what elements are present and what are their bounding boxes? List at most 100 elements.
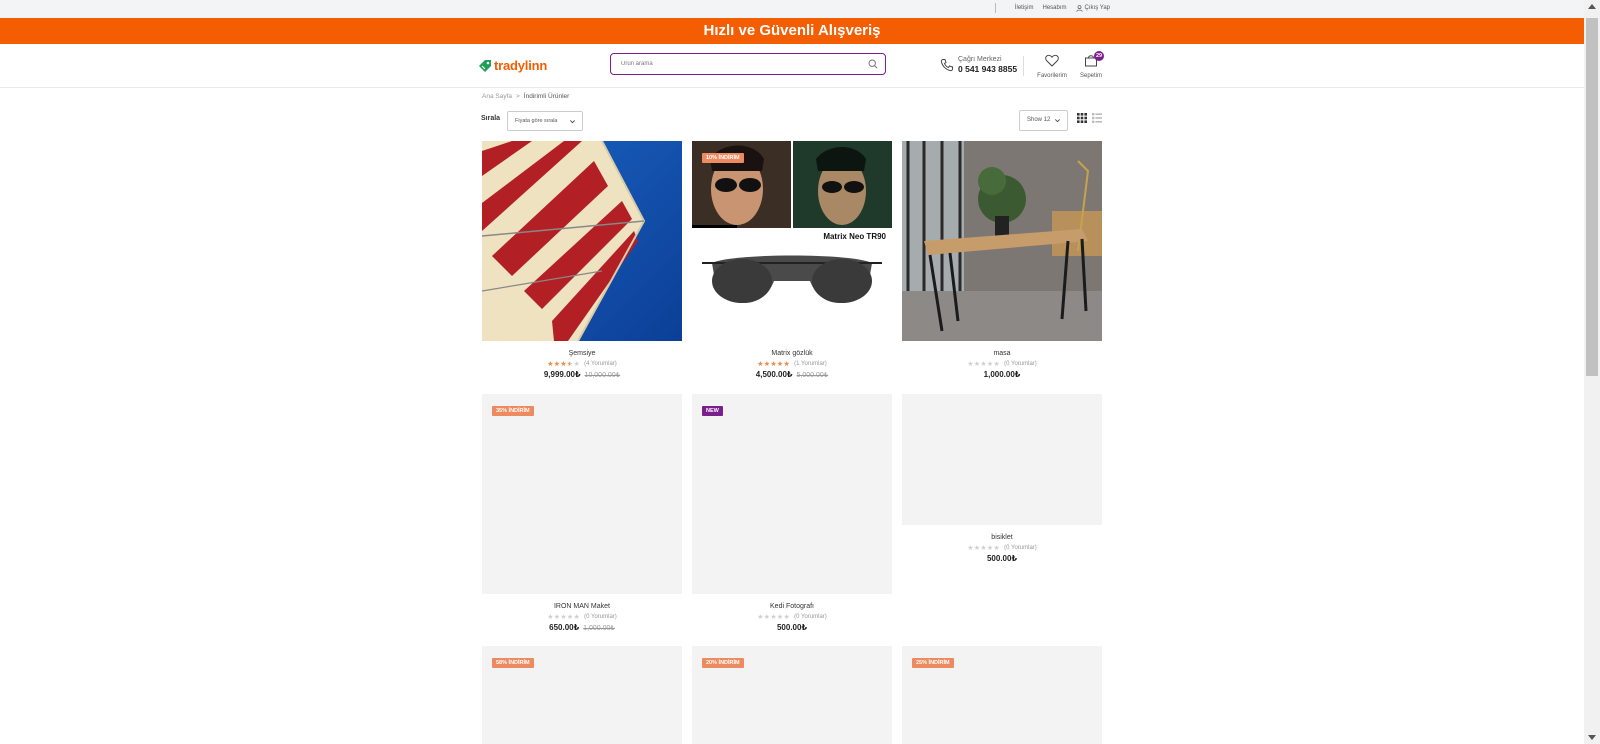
product-image-placeholder[interactable]: [902, 394, 1102, 525]
cart-label: Sepetim: [1079, 73, 1102, 79]
site-logo[interactable]: tradylinn: [478, 58, 547, 73]
product-name[interactable]: bisiklet: [902, 533, 1102, 543]
current-price: 500.00₺: [776, 623, 808, 632]
product-image-sunglasses[interactable]: Matrix Neo TR90 10% İNDİRİM: [692, 141, 892, 341]
show-count-value: Show 12: [1027, 117, 1051, 123]
product-info: Matrix gözlük ★★★★★ ★★★★★ (1 Yorumlar) 4,…: [692, 349, 892, 379]
product-rating: ★★★★★★★★★★ (4 Yorumlar): [482, 360, 682, 368]
product-name[interactable]: Şemsiye: [482, 349, 682, 359]
product-name[interactable]: IRON MAN Maket: [482, 602, 682, 612]
product-info: bisiklet ★★★★★★★★★★ (0 Yorumlar) 500.00₺: [902, 533, 1102, 563]
scrollbar-thumb[interactable]: [1586, 18, 1598, 376]
grid-view-icon[interactable]: [1077, 113, 1087, 123]
product-image-placeholder[interactable]: 58% İNDİRİM: [482, 646, 682, 744]
top-links: İletişim Hesabım Çıkış Yap: [994, 3, 1110, 13]
star-rating-fill: ★★★★★: [547, 361, 570, 368]
product-rating: ★★★★★★★★★★ (0 Yorumlar): [482, 613, 682, 621]
product-rating: ★★★★★ ★★★★★ (1 Yorumlar): [692, 360, 892, 368]
sort-label: Sırala: [481, 115, 501, 122]
star-rating: ★★★★★★★★★★: [967, 545, 1001, 552]
star-rating: ★★★★★★★★★★: [547, 614, 581, 621]
phone-icon: [940, 59, 953, 72]
product-name[interactable]: Kedi Fotografı: [692, 602, 892, 612]
current-price: 4,500.00₺: [755, 370, 793, 379]
sort-select[interactable]: Fiyata göre sırala: [507, 111, 583, 131]
product-info: Şemsiye ★★★★★★★★★★ (4 Yorumlar) 9,999.00…: [482, 349, 682, 379]
favorites-label: Favorilerim: [1037, 73, 1067, 79]
logo-text: tradylinn: [494, 58, 548, 73]
product-image-placeholder[interactable]: 25% İNDİRİM: [902, 646, 1102, 744]
product-image-placeholder[interactable]: 20% İNDİRİM: [692, 646, 892, 744]
current-price: 500.00₺: [986, 554, 1018, 563]
product-info: Kedi Fotografı ★★★★★★★★★★ (0 Yorumlar) 5…: [692, 602, 892, 632]
discount-badge: 20% İNDİRİM: [702, 658, 744, 668]
search-input[interactable]: [621, 58, 861, 70]
old-price: 5,000.00₺: [796, 372, 829, 379]
cart-count-badge: 29: [1094, 51, 1104, 61]
logo-tag-icon: [479, 59, 491, 72]
logout-label: Çıkış Yap: [1084, 5, 1110, 11]
table-image: [902, 141, 1102, 341]
discount-badge: 10% İNDİRİM: [702, 153, 744, 163]
product-image-placeholder[interactable]: NEW: [692, 394, 892, 594]
breadcrumb-home[interactable]: Ana Sayfa: [482, 93, 512, 100]
image-caption: Matrix Neo TR90: [823, 232, 886, 241]
call-center[interactable]: Çağrı Merkezi 0 541 943 8855: [940, 56, 1017, 74]
product-info: IRON MAN Maket ★★★★★★★★★★ (0 Yorumlar) 6…: [482, 602, 682, 632]
top-utility-bar: İletişim Hesabım Çıkış Yap: [0, 0, 1584, 19]
page-scrollbar[interactable]: [1584, 0, 1600, 744]
contact-link[interactable]: İletişim: [1015, 5, 1034, 11]
sort-select-value: Fiyata göre sırala: [515, 118, 558, 124]
heart-icon: [1045, 54, 1059, 67]
star-rating: ★★★★★★★★★★: [757, 614, 791, 621]
breadcrumb-current: İndirimli Ürünler: [523, 93, 570, 100]
product-name[interactable]: Matrix gözlük: [692, 349, 892, 359]
search-icon[interactable]: [868, 59, 878, 69]
logout-link[interactable]: Çıkış Yap: [1075, 4, 1110, 12]
old-price: 1,000.00₺: [583, 625, 615, 632]
cart-button[interactable]: 29 Sepetim: [1079, 51, 1104, 79]
star-rating-fill: ★★★★★: [757, 361, 791, 368]
favorites-button[interactable]: Favorilerim: [1036, 54, 1068, 79]
divider: [1023, 56, 1024, 76]
review-count: (0 Yorumlar): [794, 614, 827, 620]
current-price: 650.00₺: [549, 623, 580, 632]
breadcrumb: Ana Sayfa > İndirimli Ürünler: [482, 93, 569, 100]
product-price: 500.00₺: [902, 554, 1102, 563]
product-price: 1,000.00₺: [902, 370, 1102, 379]
star-rating: ★★★★★★★★★★: [757, 361, 791, 368]
review-count: (0 Yorumlar): [1004, 361, 1037, 367]
show-count-select[interactable]: Show 12: [1019, 110, 1068, 131]
product-price: 9,999.00₺ 10,000.00₺: [482, 370, 682, 379]
scroll-up-arrow-icon[interactable]: [1588, 4, 1596, 9]
product-price: 500.00₺: [692, 623, 892, 632]
site-header: tradylinn Çağrı Merkezi 0 541 943 8855 F…: [0, 44, 1584, 88]
promo-banner: Hızlı ve Güvenli Alışveriş: [0, 18, 1584, 44]
scroll-down-arrow-icon[interactable]: [1588, 735, 1596, 740]
search-box: [610, 53, 886, 75]
user-icon: [1075, 4, 1083, 12]
product-image-umbrella[interactable]: [482, 141, 682, 341]
call-center-phone: 0 541 943 8855: [958, 64, 1018, 74]
current-price: 9,999.00₺: [543, 370, 581, 379]
umbrella-image: [482, 141, 682, 341]
star-rating: ★★★★★★★★★★: [547, 361, 581, 368]
product-rating: ★★★★★★★★★★ (0 Yorumlar): [692, 613, 892, 621]
discount-badge: 25% İNDİRİM: [912, 658, 954, 668]
review-count: (0 Yorumlar): [584, 614, 617, 620]
product-rating: ★★★★★★★★★★ (0 Yorumlar): [902, 544, 1102, 552]
review-count: (0 Yorumlar): [1004, 545, 1037, 551]
product-price: 650.00₺ 1,000.00₺: [482, 623, 682, 632]
product-info: masa ★★★★★★★★★★ (0 Yorumlar) 1,000.00₺: [902, 349, 1102, 379]
new-badge: NEW: [702, 406, 723, 416]
product-image-table[interactable]: [902, 141, 1102, 341]
old-price: 10,000.00₺: [584, 372, 621, 379]
chevron-down-icon: [570, 120, 575, 124]
star-rating: ★★★★★★★★★★: [967, 361, 1001, 368]
call-center-label: Çağrı Merkezi: [958, 56, 1002, 63]
divider: [994, 3, 996, 13]
product-image-placeholder[interactable]: 35% İNDİRİM: [482, 394, 682, 594]
account-link[interactable]: Hesabım: [1043, 5, 1067, 11]
product-name[interactable]: masa: [902, 349, 1102, 359]
list-view-icon[interactable]: [1092, 113, 1102, 123]
